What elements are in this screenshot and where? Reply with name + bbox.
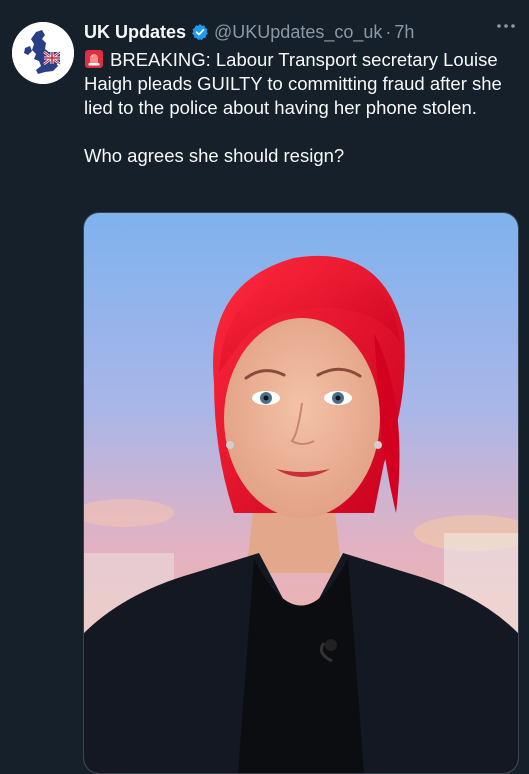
tweet-text-paragraph-1: BREAKING: Labour Transport secretary Lou…: [84, 48, 516, 120]
tweet-text: BREAKING: Labour Transport secretary Lou…: [84, 48, 516, 168]
tweet-media-photo[interactable]: [83, 212, 519, 774]
author-handle[interactable]: @UKUpdates_co_uk: [214, 22, 382, 43]
tweet-timestamp[interactable]: 7h: [394, 22, 414, 43]
avatar[interactable]: [12, 22, 74, 84]
tweet-header: UK Updates @UKUpdates_co_uk · 7h: [84, 18, 519, 46]
uk-map-flag-icon: [12, 22, 74, 84]
rotating-light-icon: [84, 49, 104, 69]
separator-dot: ·: [385, 21, 392, 42]
tweet-text-line-2: Who agrees she should resign?: [84, 145, 345, 166]
author-name[interactable]: UK Updates: [84, 22, 186, 43]
tweet[interactable]: UK Updates @UKUpdates_co_uk · 7h BREAKIN…: [0, 0, 529, 774]
more-icon[interactable]: [491, 14, 521, 38]
verified-badge-icon: [191, 23, 209, 41]
portrait-photo: [84, 213, 518, 773]
tweet-text-line-1: BREAKING: Labour Transport secretary Lou…: [84, 49, 502, 118]
